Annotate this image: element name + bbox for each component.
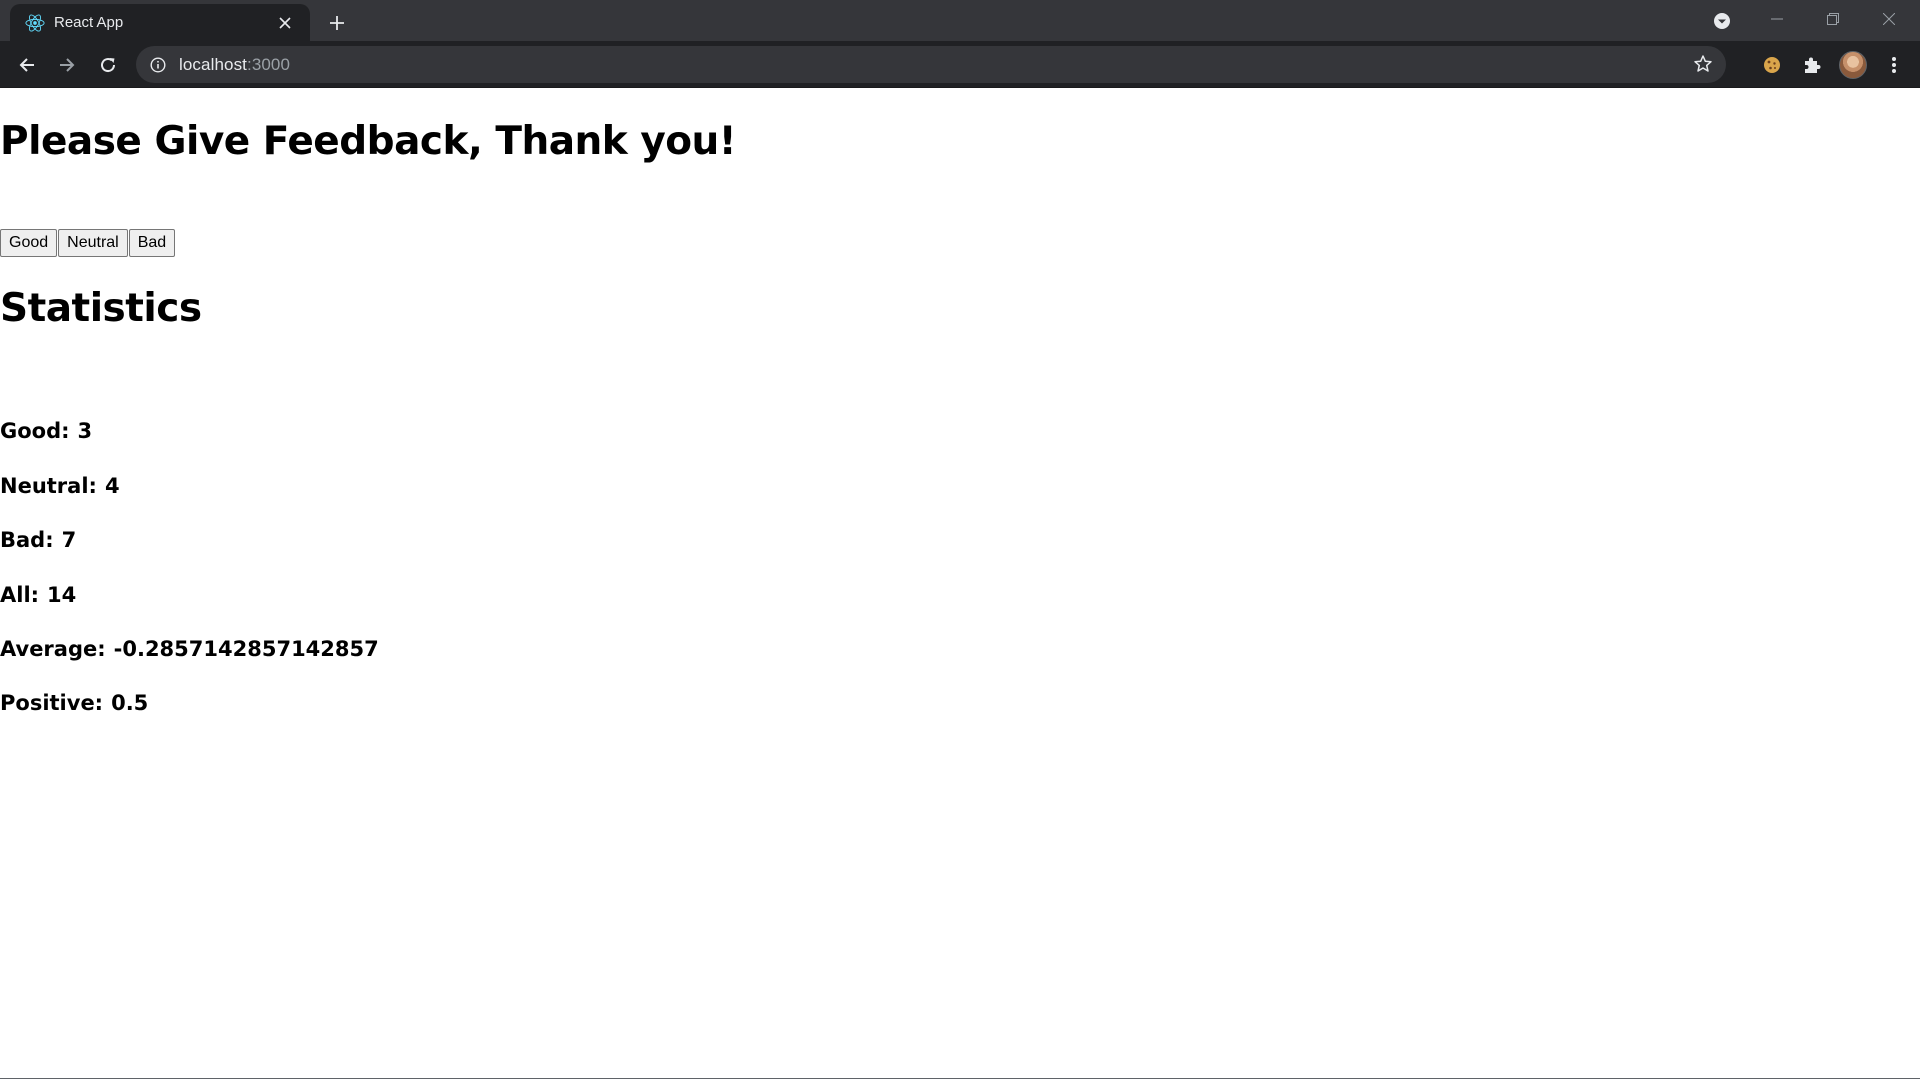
stat-positive: Positive: 0.5 [0, 691, 148, 715]
tab-title: React App [54, 14, 124, 31]
arrow-left-icon [19, 58, 34, 72]
tab-close-icon[interactable] [274, 12, 296, 34]
window-close-button[interactable] [1861, 0, 1917, 38]
stat-label: Good: [0, 419, 70, 443]
good-button[interactable]: Good [0, 229, 58, 257]
url-text[interactable]: localhost:3000 [179, 55, 290, 75]
url-port: :3000 [247, 54, 291, 74]
forward-button[interactable] [51, 49, 83, 81]
restore-icon [1827, 13, 1839, 25]
plus-icon [330, 16, 344, 30]
stat-all: All: 14 [0, 583, 76, 607]
browser-menu-button[interactable] [1880, 51, 1908, 79]
bad-button[interactable]: Bad [128, 229, 176, 257]
tab-search-button[interactable] [1710, 9, 1734, 33]
profile-avatar[interactable] [1839, 51, 1867, 79]
stat-label: Positive: [0, 691, 104, 715]
window-minimize-button[interactable] [1749, 0, 1805, 38]
reload-icon [101, 58, 116, 73]
window-bottom-edge [0, 1078, 1920, 1079]
more-vertical-icon [1892, 57, 1896, 73]
arrow-right-icon [60, 58, 75, 72]
feedback-buttons: Good Neutral Bad [0, 229, 176, 257]
stat-value: 7 [61, 528, 77, 552]
stat-label: Neutral: [0, 474, 97, 498]
stat-label: Average: [0, 637, 106, 661]
url-host: localhost [179, 54, 247, 74]
stat-average: Average: -0.2857142857142857 [0, 637, 379, 661]
stat-value: 0.5 [111, 691, 149, 715]
browser-toolbar: localhost:3000 [0, 41, 1920, 88]
cookie-extension-icon[interactable] [1758, 51, 1786, 79]
info-icon[interactable] [149, 56, 167, 74]
minimize-icon [1771, 18, 1783, 20]
browser-tab[interactable]: React App [10, 4, 310, 41]
back-button[interactable] [11, 49, 43, 81]
stat-value: 4 [104, 474, 120, 498]
stat-label: All: [0, 583, 40, 607]
stat-neutral: Neutral: 4 [0, 474, 120, 498]
stat-label: Bad: [0, 528, 54, 552]
close-icon [1883, 13, 1895, 25]
stat-bad: Bad: 7 [0, 528, 76, 552]
window-restore-button[interactable] [1805, 0, 1861, 38]
stat-good: Good: 3 [0, 419, 92, 443]
page-title: Please Give Feedback, Thank you! [0, 119, 737, 164]
page-content: Please Give Feedback, Thank you! Good Ne… [0, 89, 1920, 1079]
address-bar[interactable]: localhost:3000 [136, 46, 1726, 83]
neutral-button[interactable]: Neutral [58, 229, 128, 257]
browser-tabstrip: React App [0, 0, 1920, 41]
stat-value: -0.2857142857142857 [113, 637, 379, 661]
chevron-down-circle-icon [1714, 13, 1730, 29]
bookmark-star-icon[interactable] [1692, 53, 1714, 75]
stat-value: 14 [47, 583, 77, 607]
new-tab-button[interactable] [322, 8, 352, 38]
stat-value: 3 [77, 419, 93, 443]
statistics-heading: Statistics [0, 286, 202, 331]
reload-button[interactable] [92, 49, 124, 81]
react-logo-icon [24, 12, 46, 34]
extensions-puzzle-icon[interactable] [1798, 51, 1826, 79]
